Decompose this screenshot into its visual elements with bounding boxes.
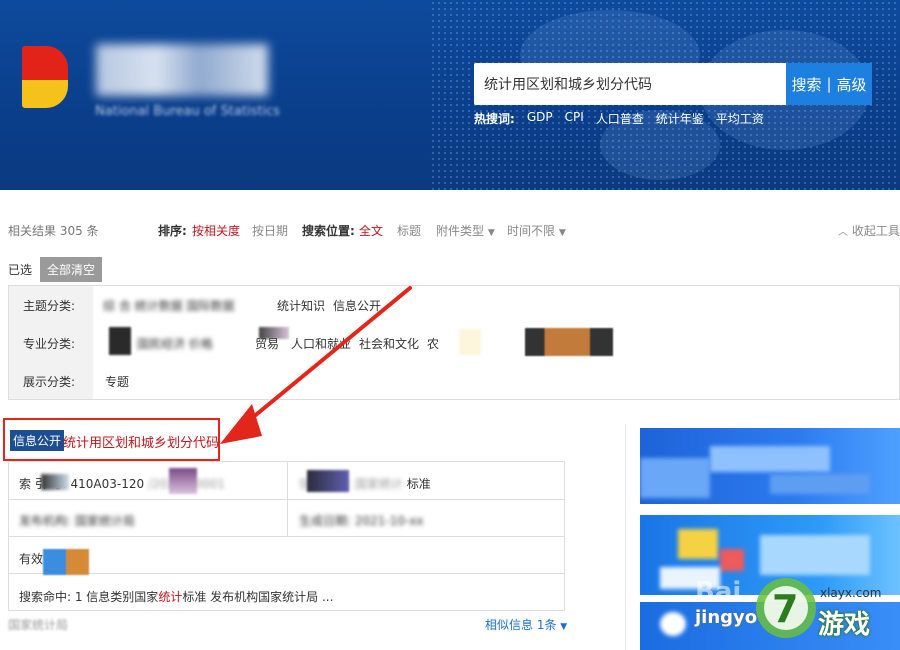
sort-date[interactable]: 按日期 — [252, 222, 288, 239]
info-type-suffix: 标准 — [406, 477, 431, 491]
banner-graphic — [660, 567, 720, 589]
topic-item-blurred[interactable]: 综 合 统计数据 国际数据 — [103, 297, 234, 314]
result-title-link[interactable]: 统计用区划和城乡划分代码 — [63, 432, 219, 451]
similar-info-label: 相似信息 1条 — [485, 618, 557, 632]
hot-words: 热搜词: GDP CPI 人口普查 统计年鉴 平均工资 — [474, 110, 764, 127]
attachment-type-label: 附件类型 — [436, 224, 485, 238]
site-logo[interactable] — [22, 46, 68, 108]
hit-prefix: 搜索命中: 1 信息类别国家 — [19, 590, 159, 604]
sidebar-divider — [625, 425, 626, 650]
banner-graphic — [770, 474, 870, 494]
attachment-type-dropdown[interactable]: 附件类型 ▼ — [436, 222, 495, 239]
search-position-label: 搜索位置: — [302, 224, 355, 238]
banner-graphic — [710, 446, 830, 472]
search-input[interactable] — [474, 63, 786, 105]
button-separator: | — [826, 75, 832, 93]
major-item-blurred[interactable]: 国民经济 价格 — [137, 335, 213, 352]
pixelated-block — [307, 470, 349, 492]
result-org-blurred: 国家统计局 — [8, 618, 69, 632]
pixelated-block — [525, 328, 613, 356]
collapse-tools-button[interactable]: ︿ 收起工具 — [838, 222, 900, 239]
search-toolbar: 相关结果 305 条 排序: 按相关度 按日期 搜索位置: 全文 标题 附件类型… — [8, 222, 900, 239]
banner-graphic — [760, 535, 870, 575]
result-info-table: 索 引 号: 410A03-120 /2021-00001 信息类别: 国家统计… — [8, 461, 565, 611]
major-item-trade[interactable]: 贸易 — [255, 335, 279, 352]
site-header: National Bureau of Statistics 搜索 | 高级 热搜… — [0, 0, 900, 190]
selected-filters: 已选 全部清空 — [8, 257, 103, 282]
sidebar-banner-2[interactable] — [640, 515, 900, 595]
category-panel: 主题分类: 综 合 统计数据 国际数据 统计知识 信息公开 专业分类: 国民经济… — [8, 285, 900, 400]
info-disclosure-badge: 信息公开 — [10, 430, 65, 451]
banner-graphic — [660, 612, 686, 636]
pixelated-block — [43, 549, 89, 575]
sort-relevance[interactable]: 按相关度 — [192, 222, 240, 239]
major-category-row: 专业分类: 国民经济 价格 贸易 人口和就业 社会和文化 农 — [9, 327, 899, 356]
caret-down-icon: ▼ — [560, 622, 568, 632]
validity: 有效 — [19, 550, 43, 567]
topic-item-info-disclosure[interactable]: 信息公开 — [333, 297, 381, 314]
clear-all-button[interactable]: 全部清空 — [40, 257, 103, 282]
search-buttons: 搜索 | 高级 — [786, 63, 872, 105]
time-range-label: 时间不限 — [507, 224, 556, 238]
banner-graphic — [720, 549, 744, 571]
chevron-up-icon: ︿ — [838, 227, 848, 238]
time-range-dropdown[interactable]: 时间不限 ▼ — [507, 222, 566, 239]
hot-word-cpi[interactable]: CPI — [565, 110, 584, 127]
hot-word-yearbook[interactable]: 统计年鉴 — [656, 110, 704, 127]
banner-graphic — [678, 529, 718, 559]
search-button[interactable]: 搜索 — [791, 74, 821, 95]
selected-label: 已选 — [8, 263, 33, 277]
caret-down-icon: ▼ — [558, 228, 566, 238]
display-item-topic[interactable]: 专题 — [105, 373, 129, 390]
topic-item-stat-knowledge[interactable]: 统计知识 — [277, 297, 325, 314]
index-number-value: 410A03-120 — [70, 477, 145, 491]
pixelated-block — [459, 329, 481, 355]
validity-label: 有效 — [19, 552, 44, 566]
hot-word-average-wage[interactable]: 平均工资 — [716, 110, 764, 127]
major-item-society[interactable]: 社会和文化 — [359, 335, 419, 352]
pixelated-block — [169, 468, 197, 494]
topic-category-label: 主题分类: — [23, 299, 76, 313]
sidebar-banner-1[interactable] — [640, 428, 900, 504]
major-item-population[interactable]: 人口和就业 — [291, 335, 351, 352]
publisher-blurred: 发布机构: 国家统计局 — [19, 514, 135, 528]
result-title-highlight: 信息公开 统计用区划和城乡划分代码 — [3, 418, 220, 461]
collapse-tools-label: 收起工具 — [851, 224, 900, 238]
hot-word-census[interactable]: 人口普查 — [596, 110, 644, 127]
position-title[interactable]: 标题 — [397, 222, 421, 239]
site-name-en: National Bureau of Statistics — [95, 104, 280, 119]
position-fulltext[interactable]: 全文 — [359, 222, 383, 239]
hot-word-gdp[interactable]: GDP — [527, 110, 553, 127]
hot-words-label: 热搜词: — [474, 112, 515, 126]
advanced-search-button[interactable]: 高级 — [837, 74, 867, 95]
display-category-row: 展示分类: 专题 — [9, 373, 899, 391]
caret-down-icon: ▼ — [487, 228, 495, 238]
result-count: 相关结果 305 条 — [8, 224, 99, 238]
site-name-blurred — [96, 44, 268, 96]
hit-keyword: 统计 — [158, 590, 183, 604]
pixelated-block — [41, 474, 69, 490]
pixelated-block — [109, 327, 131, 355]
topic-category-row: 主题分类: 综 合 统计数据 国际数据 统计知识 信息公开 — [9, 297, 899, 315]
major-item-agriculture[interactable]: 农 — [427, 335, 439, 352]
search-hit-summary: 搜索命中: 1 信息类别国家统计标准 发布机构国家统计局 ... — [19, 588, 333, 605]
search-box: 搜索 | 高级 — [474, 63, 872, 105]
major-category-label: 专业分类: — [23, 337, 76, 351]
hit-suffix: 标准 发布机构国家统计局 ... — [182, 590, 334, 604]
banner-graphic — [640, 458, 710, 498]
publish-date-blurred: 生成日期: 2021-10-xx — [299, 514, 424, 528]
display-category-label: 展示分类: — [23, 375, 76, 389]
sort-label: 排序: — [158, 224, 187, 238]
similar-info-link[interactable]: 相似信息 1条 ▼ — [485, 616, 567, 633]
sidebar-banner-3[interactable] — [640, 602, 900, 650]
